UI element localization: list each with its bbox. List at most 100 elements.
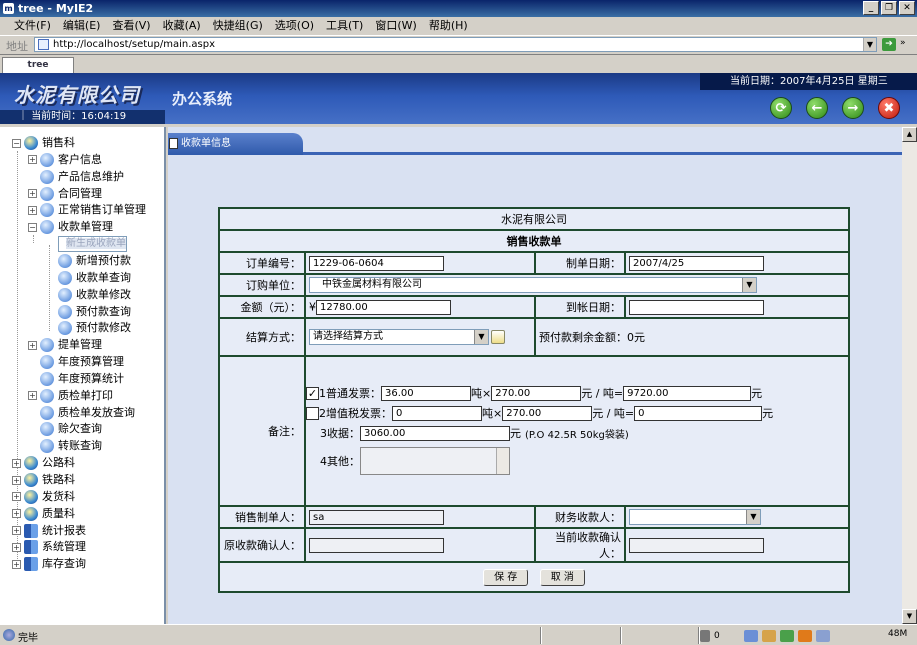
- tree-item[interactable]: − 销售科: [12, 135, 75, 151]
- tree-item[interactable]: + 系统管理: [12, 539, 86, 555]
- expand-icon[interactable]: +: [28, 155, 37, 165]
- menu-groups[interactable]: 快捷组(G): [207, 17, 269, 35]
- scroll-down-icon[interactable]: ▼: [902, 609, 917, 624]
- save-button[interactable]: 保 存: [483, 568, 529, 586]
- order-no-field[interactable]: 1229-06-0604: [309, 255, 444, 271]
- chevron-down-icon[interactable]: ▼: [746, 510, 760, 524]
- tree-item[interactable]: 预付款查询: [58, 304, 131, 320]
- menu-help[interactable]: 帮助(H): [423, 17, 474, 35]
- tree-item[interactable]: + 公路科: [12, 455, 75, 471]
- collapse-icon[interactable]: −: [28, 222, 37, 232]
- normal-invoice-total[interactable]: 9720.00: [623, 385, 752, 401]
- tree-item[interactable]: +质检单发放查询: [28, 405, 135, 421]
- tree-item[interactable]: + 合同管理: [28, 186, 102, 202]
- expand-icon[interactable]: +: [12, 559, 21, 569]
- arrival-date-field[interactable]: [629, 299, 764, 315]
- more-chevron-icon[interactable]: »: [900, 38, 906, 48]
- expand-icon[interactable]: +: [12, 542, 21, 552]
- textarea-scrollbar[interactable]: [496, 448, 509, 474]
- tree-item[interactable]: 新增预付款: [58, 253, 131, 269]
- menu-favorites[interactable]: 收藏(A): [157, 17, 207, 35]
- expand-icon[interactable]: +: [12, 492, 21, 502]
- create-date-field[interactable]: 2007/4/25: [629, 255, 764, 271]
- vat-invoice-tons[interactable]: 0: [392, 405, 482, 421]
- tree-item[interactable]: + 提单管理: [28, 337, 102, 353]
- tree-item[interactable]: + 统计报表: [12, 523, 86, 539]
- menu-tools[interactable]: 工具(T): [320, 17, 369, 35]
- finance-receiver-select[interactable]: ▼: [629, 509, 761, 525]
- other-textarea[interactable]: [360, 447, 510, 475]
- orig-confirm-field[interactable]: [309, 537, 444, 553]
- cancel-button[interactable]: 取 消: [539, 568, 585, 586]
- buyer-select[interactable]: 中铁金属材料有限公司 ▼: [309, 277, 757, 293]
- chevron-down-icon[interactable]: ▼: [863, 38, 876, 51]
- vertical-scrollbar[interactable]: ▲ ▼: [902, 127, 917, 624]
- expand-icon[interactable]: +: [12, 475, 21, 485]
- cur-confirm-field[interactable]: [629, 537, 764, 553]
- sales-maker-field[interactable]: sa: [309, 509, 444, 525]
- tree-item[interactable]: + 质量科: [12, 506, 75, 522]
- normal-invoice-price[interactable]: 270.00: [491, 385, 582, 401]
- expand-icon[interactable]: +: [28, 340, 37, 350]
- tree-item[interactable]: + 客户信息: [28, 152, 102, 168]
- normal-invoice-checkbox[interactable]: ✓: [306, 386, 319, 400]
- expand-icon[interactable]: +: [28, 391, 37, 401]
- menu-edit[interactable]: 编辑(E): [57, 17, 107, 35]
- tree-item[interactable]: 预付款修改: [58, 320, 131, 336]
- trash-icon[interactable]: [700, 629, 710, 642]
- vat-invoice-checkbox[interactable]: [306, 406, 319, 420]
- tree-item[interactable]: + 发货科: [12, 489, 75, 505]
- receipt-field[interactable]: 3060.00: [360, 425, 510, 441]
- tree-item[interactable]: +产品信息维护: [28, 169, 124, 185]
- tree-item[interactable]: +年度预算统计: [28, 371, 124, 387]
- gear-icon[interactable]: [797, 629, 812, 642]
- expand-icon[interactable]: +: [12, 526, 21, 536]
- refresh-icon[interactable]: ⟳: [770, 97, 792, 119]
- address-input[interactable]: http://localhost/setup/main.aspx ▼: [34, 37, 877, 52]
- menu-options[interactable]: 选项(O): [269, 17, 320, 35]
- tree-item[interactable]: + 库存查询: [12, 556, 86, 572]
- receipt-form: 水泥有限公司 销售收款单 订单编号： 1229-06-0604 制单日期： 20…: [218, 207, 850, 593]
- puzzle-icon[interactable]: [779, 629, 794, 642]
- vat-invoice-price[interactable]: 270.00: [502, 405, 593, 421]
- go-arrow-icon[interactable]: ➔: [882, 38, 896, 51]
- exit-icon[interactable]: ✖: [878, 97, 900, 119]
- chevron-down-icon[interactable]: ▼: [474, 330, 488, 344]
- tree-item[interactable]: +年度预算管理: [28, 354, 124, 370]
- minimize-button[interactable]: _: [863, 1, 879, 15]
- close-button[interactable]: ✕: [899, 1, 915, 15]
- brush-icon[interactable]: [761, 629, 776, 642]
- vat-invoice-total[interactable]: 0: [634, 405, 763, 421]
- tree-item[interactable]: +赊欠查询: [28, 421, 102, 437]
- tree-item[interactable]: + 铁路科: [12, 472, 75, 488]
- forward-arrow-icon[interactable]: →: [842, 97, 864, 119]
- globe-icon: [40, 220, 54, 235]
- menu-view[interactable]: 查看(V): [106, 17, 156, 35]
- tree-item[interactable]: +转账查询: [28, 438, 102, 454]
- amount-field[interactable]: 12780.00: [316, 299, 451, 315]
- tree-item[interactable]: 新生成收款单: [58, 236, 127, 253]
- tree-item-label: 新增预付款: [76, 253, 131, 267]
- calendar-icon[interactable]: [491, 330, 505, 344]
- restore-button[interactable]: ❐: [881, 1, 897, 15]
- expand-icon[interactable]: +: [12, 509, 21, 519]
- expand-icon[interactable]: +: [28, 205, 37, 215]
- tab-tree[interactable]: tree: [2, 57, 74, 73]
- chevron-down-icon[interactable]: ▼: [742, 278, 756, 292]
- scroll-up-icon[interactable]: ▲: [902, 127, 917, 142]
- collapse-icon[interactable]: −: [12, 138, 21, 148]
- menu-window[interactable]: 窗口(W): [369, 17, 422, 35]
- normal-invoice-tons[interactable]: 36.00: [381, 385, 471, 401]
- tree-item[interactable]: + 正常销售订单管理: [28, 202, 146, 218]
- menu-file[interactable]: 文件(F): [8, 17, 57, 35]
- tree-item[interactable]: 收款单查询: [58, 270, 131, 286]
- settle-select[interactable]: 请选择结算方式 ▼: [309, 329, 489, 345]
- network-icon[interactable]: [743, 629, 758, 642]
- tree-item[interactable]: + 质检单打印: [28, 388, 113, 404]
- tree-item[interactable]: − 收款单管理: [28, 219, 113, 235]
- expand-icon[interactable]: +: [28, 189, 37, 199]
- expand-icon[interactable]: +: [12, 458, 21, 468]
- back-arrow-icon[interactable]: ←: [806, 97, 828, 119]
- window-icon[interactable]: [815, 629, 830, 642]
- tree-item[interactable]: 收款单修改: [58, 287, 131, 303]
